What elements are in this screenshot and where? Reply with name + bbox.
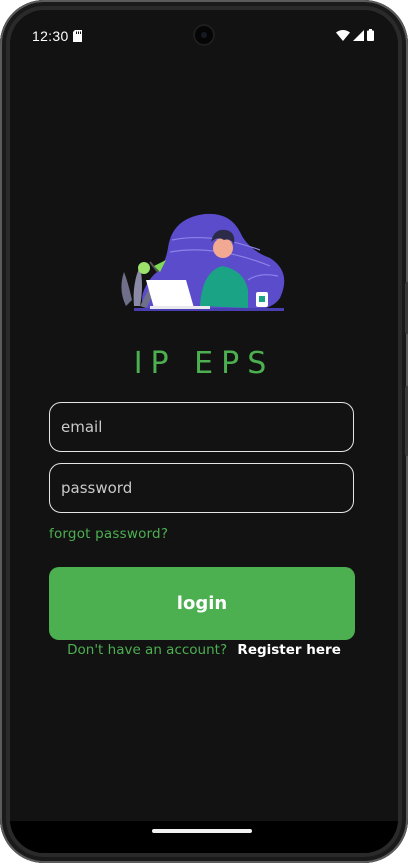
app-title: IP EPS	[133, 346, 275, 381]
signal-icon	[353, 29, 364, 41]
battery-icon	[367, 29, 374, 41]
front-camera	[193, 24, 215, 46]
status-icons	[336, 29, 374, 41]
register-prompt: Don't have an account?	[67, 642, 228, 658]
register-row: Don't have an account? Register here	[10, 642, 398, 658]
person-laptop-illustration	[121, 213, 285, 311]
register-link[interactable]: Register here	[237, 642, 340, 658]
password-input[interactable]	[49, 463, 354, 513]
sd-card-icon	[73, 30, 82, 42]
home-gesture-bar[interactable]	[152, 829, 252, 833]
screen: 12:30 IP EPS email forgot password? logi…	[10, 10, 398, 853]
login-button[interactable]: login	[49, 567, 355, 640]
phone-frame: 12:30 IP EPS email forgot password? logi…	[0, 0, 408, 863]
status-time: 12:30	[32, 28, 69, 44]
navigation-bar	[10, 821, 398, 853]
forgot-password-link[interactable]: forgot password?	[49, 526, 168, 542]
email-input[interactable]	[49, 402, 354, 452]
wifi-icon	[336, 29, 350, 41]
status-bar: 12:30	[10, 10, 398, 62]
